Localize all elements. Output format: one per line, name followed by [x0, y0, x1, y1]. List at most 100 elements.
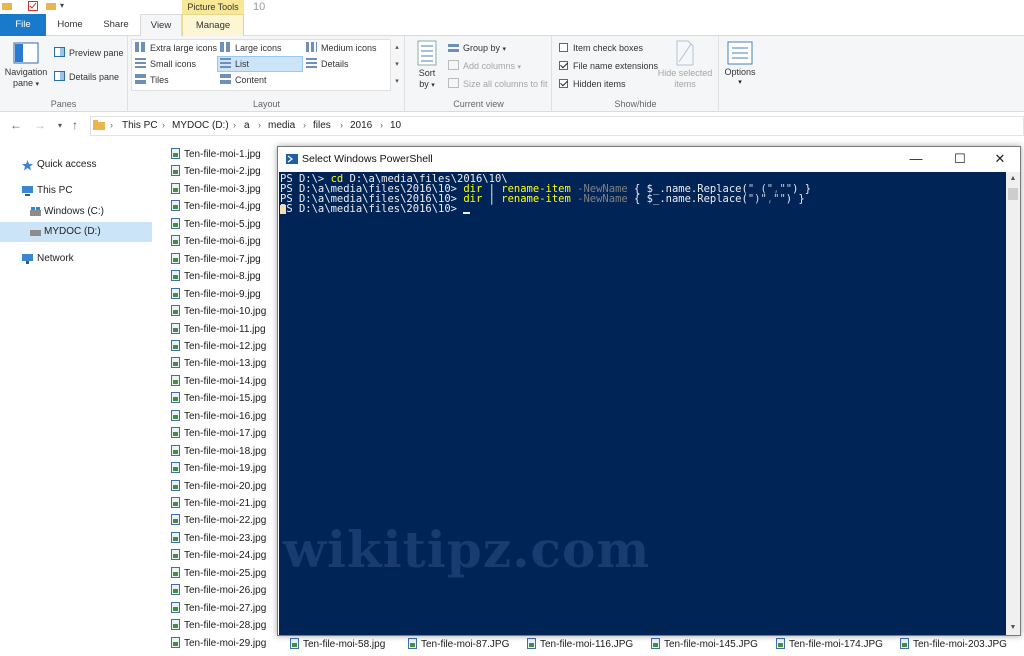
list-item[interactable]: Ten-file-moi-3.jpg: [171, 182, 261, 197]
list-item[interactable]: Ten-file-moi-6.jpg: [171, 234, 261, 249]
size-columns-button[interactable]: Size all columns to fit: [448, 77, 548, 91]
list-item[interactable]: Ten-file-moi-14.jpg: [171, 374, 266, 389]
back-arrow-icon[interactable]: ←: [10, 118, 22, 132]
address-field[interactable]: [90, 116, 1024, 136]
up-arrow-icon[interactable]: ↑: [72, 118, 78, 132]
hide-selected-button[interactable]: Hide selected items: [657, 40, 713, 94]
tab-manage[interactable]: Manage: [182, 14, 244, 36]
list-item[interactable]: Ten-file-moi-28.jpg: [171, 618, 266, 633]
breadcrumb-separator[interactable]: ›: [258, 120, 261, 130]
tab-view[interactable]: View: [140, 14, 182, 37]
medium-icons-option[interactable]: Medium icons: [306, 41, 377, 55]
list-item[interactable]: Ten-file-moi-10.jpg: [171, 304, 266, 319]
scrollbar-thumb[interactable]: [1008, 188, 1018, 200]
list-item[interactable]: Ten-file-moi-4.jpg: [171, 199, 261, 214]
list-item[interactable]: Ten-file-moi-25.jpg: [171, 566, 266, 581]
add-columns-button[interactable]: Add columns ▾: [448, 59, 521, 75]
breadcrumb-separator[interactable]: ›: [233, 120, 236, 130]
list-item[interactable]: Ten-file-moi-116.JPG: [527, 637, 633, 652]
item-check-boxes-checkbox[interactable]: Item check boxes: [559, 41, 643, 55]
list-item[interactable]: Ten-file-moi-174.JPG: [776, 637, 883, 652]
list-item[interactable]: Ten-file-moi-21.jpg: [171, 496, 266, 511]
list-item[interactable]: Ten-file-moi-9.jpg: [171, 287, 261, 302]
group-by-button[interactable]: Group by ▾: [448, 41, 506, 57]
list-item[interactable]: Ten-file-moi-1.jpg: [171, 147, 261, 162]
breadcrumb-10[interactable]: 10: [390, 120, 401, 131]
list-item[interactable]: Ten-file-moi-18.jpg: [171, 444, 266, 459]
list-item[interactable]: Ten-file-moi-23.jpg: [171, 531, 266, 546]
list-item[interactable]: Ten-file-moi-27.jpg: [171, 601, 266, 616]
details-pane-button[interactable]: Details pane: [54, 70, 119, 84]
navigation-pane-button[interactable]: Navigation pane ▾: [4, 40, 48, 94]
large-icons-option[interactable]: Large icons: [220, 41, 282, 55]
list-item[interactable]: Ten-file-moi-13.jpg: [171, 356, 266, 371]
item-check-boxes-label: Item check boxes: [573, 43, 644, 53]
list-item[interactable]: Ten-file-moi-22.jpg: [171, 513, 266, 528]
list-item[interactable]: Ten-file-moi-20.jpg: [171, 479, 266, 494]
list-item[interactable]: Ten-file-moi-29.jpg: [171, 636, 266, 651]
forward-arrow-icon[interactable]: →: [34, 118, 46, 132]
list-item[interactable]: Ten-file-moi-203.JPG: [900, 637, 1007, 652]
tab-share[interactable]: Share: [94, 14, 138, 36]
list-item[interactable]: Ten-file-moi-24.jpg: [171, 548, 266, 563]
list-item[interactable]: Ten-file-moi-87.JPG: [408, 637, 509, 652]
list-item[interactable]: Ten-file-moi-15.jpg: [171, 391, 266, 406]
file-name-extensions-checkbox[interactable]: File name extensions: [559, 59, 658, 73]
scroll-up-icon[interactable]: ▲: [1006, 172, 1020, 186]
list-item[interactable]: Ten-file-moi-16.jpg: [171, 409, 266, 424]
nav-quick-access[interactable]: Quick access: [0, 155, 152, 175]
breadcrumb-separator[interactable]: ›: [340, 120, 343, 130]
nav-mydoc-d[interactable]: MYDOC (D:): [0, 222, 152, 242]
nav-this-pc[interactable]: This PC: [0, 181, 152, 201]
customize-toolbar-icon[interactable]: ▾: [60, 1, 70, 11]
console-scrollbar[interactable]: ▲ ▼: [1006, 172, 1020, 635]
layout-scroll[interactable]: ▴ ▾ ▾: [391, 39, 403, 91]
breadcrumb-media[interactable]: media: [268, 120, 295, 131]
tiles-option[interactable]: Tiles: [135, 73, 169, 87]
tab-home[interactable]: Home: [48, 14, 92, 36]
breadcrumb-separator[interactable]: ›: [110, 120, 113, 130]
breadcrumb-2016[interactable]: 2016: [350, 120, 372, 131]
breadcrumb-mydoc[interactable]: MYDOC (D:): [172, 120, 229, 131]
properties-icon[interactable]: [28, 1, 38, 11]
list-item[interactable]: Ten-file-moi-11.jpg: [171, 322, 266, 337]
breadcrumb-separator[interactable]: ›: [303, 120, 306, 130]
list-item[interactable]: Ten-file-moi-26.jpg: [171, 583, 266, 598]
minimize-button[interactable]: —: [898, 149, 934, 169]
options-button[interactable]: Options ▾: [722, 40, 758, 94]
recent-locations-chevron-icon[interactable]: ▾: [58, 121, 62, 130]
breadcrumb-separator[interactable]: ›: [162, 120, 165, 130]
details-option[interactable]: Details: [306, 57, 349, 71]
breadcrumb-separator[interactable]: ›: [380, 120, 383, 130]
list-item[interactable]: Ten-file-moi-19.jpg: [171, 461, 266, 476]
list-item[interactable]: Ten-file-moi-5.jpg: [171, 217, 261, 232]
list-item[interactable]: Ten-file-moi-12.jpg: [171, 339, 266, 354]
nav-windows-c[interactable]: Windows (C:): [0, 202, 152, 222]
list-item[interactable]: Ten-file-moi-145.JPG: [651, 637, 758, 652]
breadcrumb-this-pc[interactable]: This PC: [122, 120, 158, 131]
new-folder-icon[interactable]: [46, 1, 56, 11]
content-option[interactable]: Content: [220, 73, 267, 87]
close-button[interactable]: ✕: [982, 149, 1018, 169]
breadcrumb-a[interactable]: a: [244, 120, 250, 131]
nav-network[interactable]: Network: [0, 249, 152, 269]
sort-by-button[interactable]: Sort by ▾: [412, 40, 442, 94]
maximize-button[interactable]: ☐: [942, 149, 978, 169]
extra-large-icons-option[interactable]: Extra large icons: [135, 41, 217, 55]
list-item[interactable]: Ten-file-moi-7.jpg: [171, 252, 261, 267]
powershell-title-bar[interactable]: Select Windows PowerShell — ☐ ✕: [278, 147, 1020, 172]
tab-file[interactable]: File: [0, 14, 46, 36]
list-item[interactable]: Ten-file-moi-8.jpg: [171, 269, 261, 284]
hidden-items-checkbox[interactable]: Hidden items: [559, 77, 626, 91]
list-item[interactable]: Ten-file-moi-58.jpg: [290, 637, 385, 652]
preview-pane-button[interactable]: Preview pane: [54, 46, 124, 60]
selection-marker: [280, 205, 286, 214]
image-file-icon: [171, 217, 180, 229]
list-option[interactable]: List: [217, 56, 303, 72]
scroll-down-icon[interactable]: ▼: [1006, 621, 1020, 635]
list-item[interactable]: Ten-file-moi-17.jpg: [171, 426, 266, 441]
list-item[interactable]: Ten-file-moi-2.jpg: [171, 164, 261, 179]
ribbon: Navigation pane ▾ Preview pane Details p…: [0, 36, 1024, 112]
small-icons-option[interactable]: Small icons: [135, 57, 196, 71]
breadcrumb-files[interactable]: files: [313, 120, 331, 131]
